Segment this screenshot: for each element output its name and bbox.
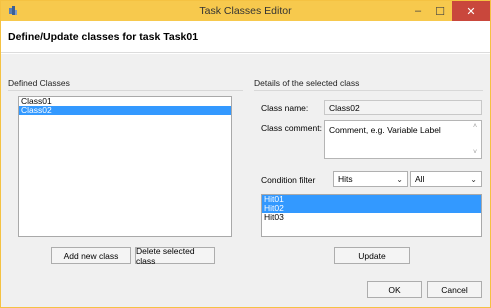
list-item[interactable]: Class02 <box>19 106 231 115</box>
ok-button[interactable]: OK <box>367 281 422 298</box>
hits-list[interactable]: Hit01 Hit02 Hit03 <box>261 194 482 237</box>
delete-selected-class-button[interactable]: Delete selected class <box>135 246 215 266</box>
list-item[interactable]: Hit03 <box>262 213 481 222</box>
right-separator <box>254 90 483 91</box>
scroll-down-icon[interactable]: ˅ <box>473 149 477 156</box>
scroll-up-icon[interactable]: ˄ <box>473 123 477 130</box>
update-button[interactable]: Update <box>334 247 410 264</box>
defined-classes-label: Defined Classes <box>8 78 70 88</box>
close-button[interactable]: ✕ <box>452 1 490 21</box>
left-separator <box>8 90 243 91</box>
filter-type-value: Hits <box>338 174 353 184</box>
header-title: Define/Update classes for task Task01 <box>8 31 199 43</box>
add-new-class-button[interactable]: Add new class <box>51 247 131 264</box>
class-comment-value: Comment, e.g. Variable Label <box>329 125 441 135</box>
defined-classes-list[interactable]: Class01 Class02 <box>18 96 232 237</box>
list-item[interactable]: Hit01 <box>262 195 481 204</box>
cancel-button[interactable]: Cancel <box>427 281 482 298</box>
filter-scope-value: All <box>415 174 425 184</box>
list-item[interactable]: Hit02 <box>262 204 481 213</box>
body-panel: Defined Classes Class01 Class02 Add new … <box>1 54 490 307</box>
details-label: Details of the selected class <box>254 78 360 88</box>
filter-type-select[interactable]: Hits ⌄ <box>333 171 408 187</box>
title-bar[interactable]: Task Classes Editor – ☐ ✕ <box>1 1 490 21</box>
class-name-field[interactable]: Class02 <box>324 100 482 115</box>
class-comment-label: Class comment: <box>261 123 322 133</box>
chevron-down-icon: ⌄ <box>396 175 403 184</box>
filter-scope-select[interactable]: All ⌄ <box>410 171 482 187</box>
condition-filter-label: Condition filter <box>261 175 316 185</box>
class-comment-field[interactable]: Comment, e.g. Variable Label ˄ ˅ <box>324 120 482 159</box>
task-classes-editor-window: Task Classes Editor – ☐ ✕ Define/Update … <box>0 0 491 308</box>
minimize-button[interactable]: – <box>407 1 429 21</box>
maximize-button[interactable]: ☐ <box>429 1 451 21</box>
header-panel: Define/Update classes for task Task01 <box>1 21 490 53</box>
chevron-down-icon: ⌄ <box>470 175 477 184</box>
comment-scrollbar[interactable]: ˄ ˅ <box>471 121 481 158</box>
class-name-label: Class name: <box>261 103 309 113</box>
